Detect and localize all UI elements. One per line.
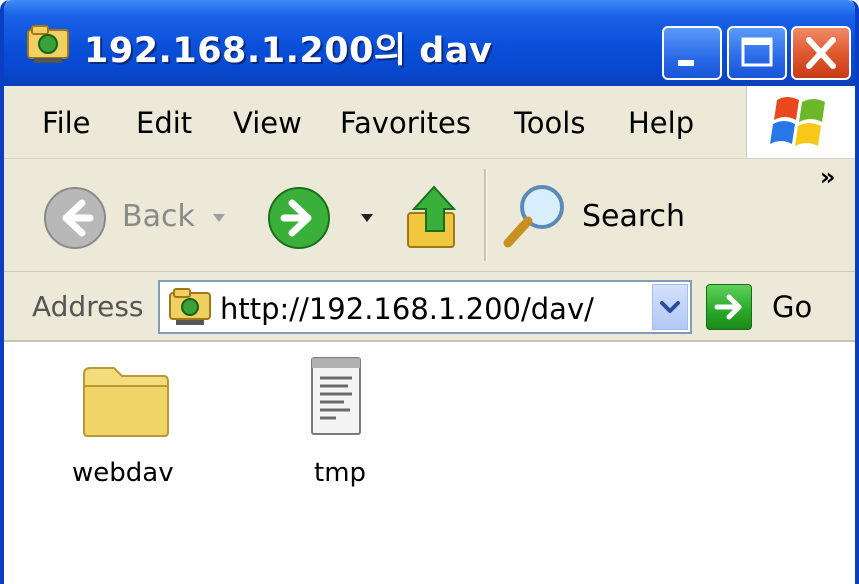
toolbar: Back Search » — [4, 159, 855, 272]
toolbar-overflow-chevron[interactable]: » — [820, 163, 836, 191]
up-folder-icon[interactable] — [404, 183, 466, 253]
menu-help[interactable]: Help — [628, 106, 694, 140]
toolbar-separator — [484, 169, 487, 261]
search-button[interactable]: Search — [500, 181, 690, 255]
back-button[interactable]: Back — [42, 187, 252, 249]
menu-view[interactable]: View — [233, 106, 302, 140]
address-label: Address — [32, 290, 144, 323]
forward-dropdown-icon — [361, 214, 373, 222]
forward-arrow-icon — [268, 187, 330, 249]
window-title: 192.168.1.200의 dav — [84, 31, 493, 71]
file-item-tmp[interactable]: tmp — [294, 352, 384, 492]
folder-icon — [83, 367, 169, 437]
menu-bar: File Edit View Favorites Tools Help — [4, 86, 855, 159]
go-button[interactable] — [706, 284, 752, 330]
close-icon — [806, 37, 836, 69]
menu-favorites[interactable]: Favorites — [340, 106, 471, 140]
menu-edit[interactable]: Edit — [136, 106, 192, 140]
address-input[interactable]: http://192.168.1.200/dav/ — [158, 280, 692, 334]
address-dropdown-button[interactable] — [652, 284, 688, 330]
go-arrow-icon — [714, 294, 742, 320]
back-dropdown-icon — [213, 214, 225, 222]
menu-file[interactable]: File — [42, 106, 91, 140]
maximize-icon — [741, 37, 773, 67]
text-file-icon — [311, 357, 361, 435]
windows-logo — [746, 86, 855, 158]
back-label: Back — [122, 199, 195, 234]
back-arrow-icon — [44, 187, 106, 249]
minimize-icon — [678, 60, 694, 66]
maximize-button[interactable] — [727, 26, 787, 80]
file-list: webdav tmp — [4, 342, 855, 584]
menu-tools[interactable]: Tools — [514, 106, 585, 140]
file-item-webdav[interactable]: webdav — [66, 354, 186, 494]
search-label: Search — [582, 199, 686, 234]
file-name: webdav — [72, 458, 174, 488]
explorer-window: 192.168.1.200의 dav File Edit View Favori… — [0, 0, 859, 584]
close-button[interactable] — [791, 26, 851, 80]
windows-flag-icon — [770, 97, 825, 146]
file-name: tmp — [314, 458, 367, 488]
search-icon — [503, 185, 564, 248]
title-bar[interactable]: 192.168.1.200의 dav — [4, 0, 855, 86]
minimize-button[interactable] — [662, 26, 722, 80]
address-value: http://192.168.1.200/dav/ — [220, 292, 594, 326]
go-label[interactable]: Go — [772, 290, 812, 324]
network-folder-icon — [169, 288, 211, 325]
chevron-down-icon — [660, 301, 680, 313]
forward-button[interactable] — [266, 187, 378, 253]
address-bar: Address http://192.168.1.200/dav/ Go — [4, 272, 855, 342]
network-folder-icon — [27, 25, 69, 63]
